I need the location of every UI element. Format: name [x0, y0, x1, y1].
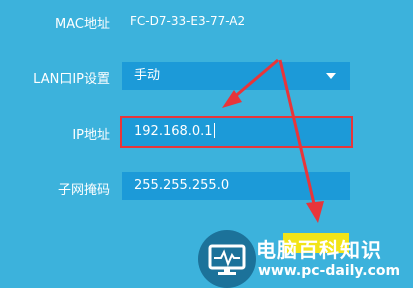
subnet-mask-label: 子网掩码 — [57, 183, 110, 198]
arrow-head-ip — [222, 90, 242, 108]
subnet-mask-value: 255.255.255.0 — [134, 178, 230, 193]
watermark-logo: 电脑百科知识 www.pc-daily.com — [198, 228, 413, 288]
ip-address-value: 192.168.0.1 — [134, 124, 213, 139]
subnet-mask-input[interactable]: 255.255.255.0 — [122, 172, 350, 200]
mac-address-value: FC-D7-33-E3-77-A2 — [130, 14, 246, 28]
text-cursor — [213, 123, 215, 138]
watermark-url: www.pc-daily.com — [258, 263, 401, 279]
dropdown-arrow-icon[interactable] — [326, 73, 336, 79]
ip-address-label: IP地址 — [72, 128, 110, 143]
ip-address-input[interactable]: 192.168.0.1 — [120, 116, 353, 148]
monitor-pulse-icon — [208, 244, 246, 275]
watermark-title: 电脑百科知识 — [256, 238, 382, 262]
lan-ip-mode-select[interactable]: 手动 — [122, 62, 350, 90]
arrow-head-save — [306, 201, 324, 223]
mac-address-label: MAC地址 — [55, 17, 110, 32]
lan-ip-setting-label: LAN口IP设置 — [33, 72, 110, 87]
lan-ip-mode-selected-value: 手动 — [134, 68, 161, 83]
